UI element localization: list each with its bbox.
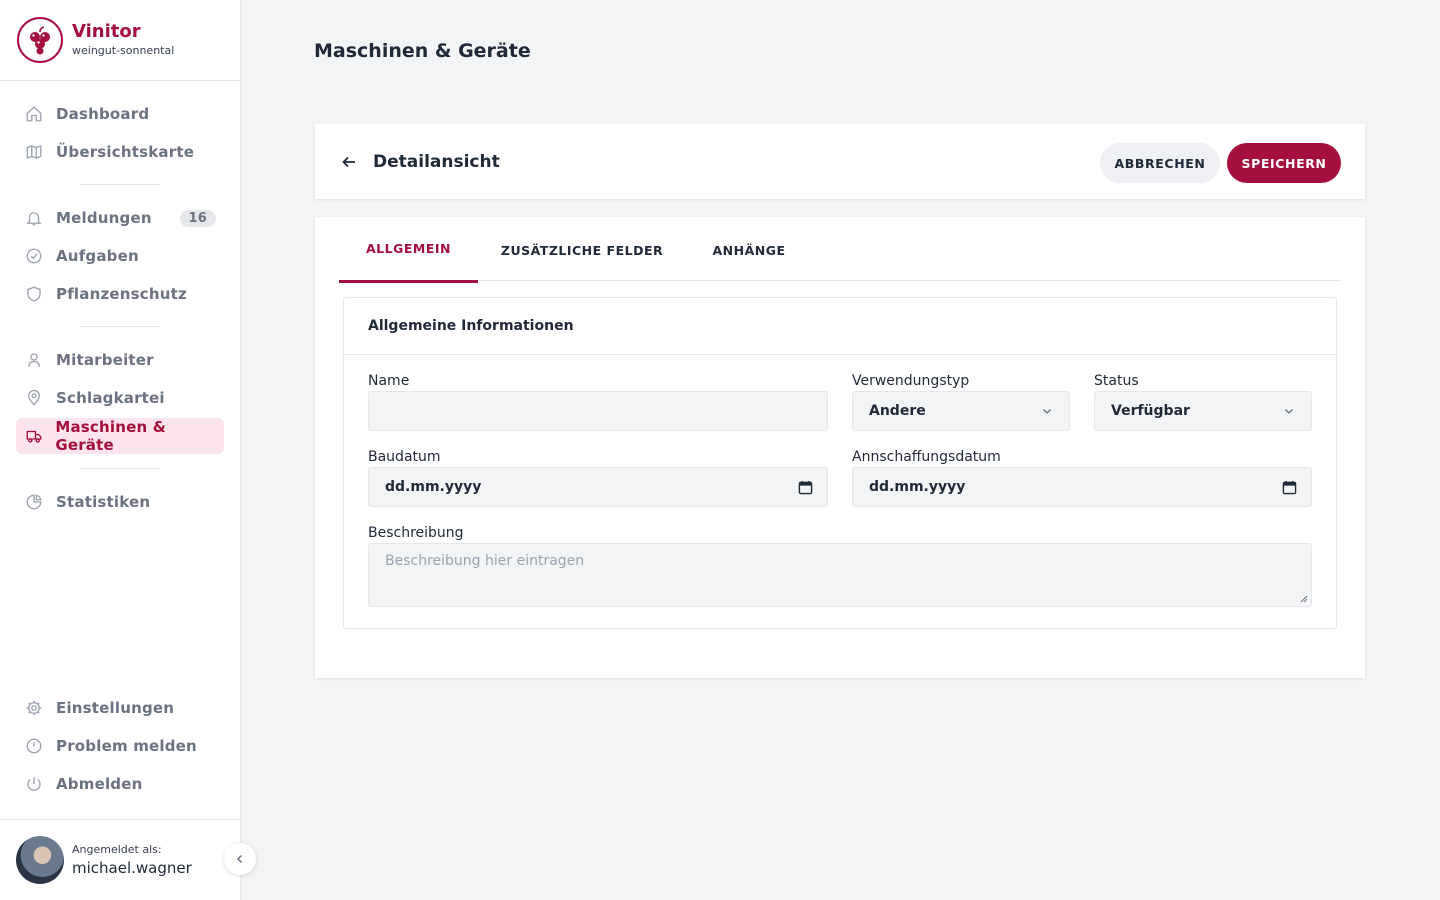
sidebar-item-label: Maschinen & Geräte [55,418,167,454]
resize-handle-icon[interactable] [1300,595,1308,603]
sidebar-item-label: Mitarbeiter [56,351,154,369]
annschaffungsdatum-date-input[interactable]: dd.mm.yyyy [852,467,1312,507]
beschreibung-placeholder: Beschreibung hier eintragen [385,553,585,569]
sidebar-item-schlagkartei[interactable]: Schlagkartei [16,380,224,416]
user-info: Angemeldet als: michael.wagner [0,819,240,900]
verwendungstyp-value: Andere [869,403,926,419]
shield-icon [24,284,44,304]
avatar [16,836,64,884]
brand-name: Vinitor [72,21,141,42]
sidebar-item-einstellungen[interactable]: Einstellungen [16,690,224,726]
brand-subtitle: weingut-sonnental [72,44,175,57]
collapse-sidebar-button[interactable] [224,843,256,875]
section-title: Allgemeine Informationen [344,298,1336,355]
brand: Vinitor weingut-sonnental [0,0,240,81]
bottom-nav: Einstellungen Problem melden Abmelden [16,690,224,804]
sidebar-item-aufgaben[interactable]: Aufgaben [16,238,224,274]
tab-bar: ALLGEMEIN ZUSÄTZLICHE FELDER ANHÄNGE [339,217,1341,283]
baudatum-date-input[interactable]: dd.mm.yyyy [368,467,828,507]
name-label: Name [368,373,410,389]
annschaffungsdatum-label: Annschaffungsdatum [852,449,1001,465]
chevron-left-icon [236,854,243,864]
sidebar-item-label: Dashboard [56,105,150,123]
sidebar-item-label: Aufgaben [56,247,139,265]
alert-circle-icon [24,736,44,756]
sidebar-item-dashboard[interactable]: Dashboard [16,96,224,132]
detail-header: Detailansicht ABBRECHEN SPEICHERN [315,124,1365,199]
sidebar-item-problem-melden[interactable]: Problem melden [16,728,224,764]
sidebar-item-uebersichtskarte[interactable]: Übersichtskarte [16,134,224,170]
sidebar-item-label: Pflanzenschutz [56,285,187,303]
sidebar-item-label: Statistiken [56,493,151,511]
user-label: Angemeldet als: [72,843,162,856]
gear-icon [24,698,44,718]
power-icon [24,774,44,794]
beschreibung-label: Beschreibung [368,525,464,541]
beschreibung-textarea[interactable]: Beschreibung hier eintragen [368,543,1312,607]
baudatum-value: dd.mm.yyyy [385,479,482,495]
nav-divider [80,326,160,327]
name-input[interactable] [368,391,828,431]
sidebar-item-label: Problem melden [56,737,197,755]
annschaffungsdatum-value: dd.mm.yyyy [869,479,966,495]
truck-icon [24,426,43,446]
main-nav: Dashboard Übersichtskarte Meldungen 16 A… [16,96,224,522]
sidebar-item-maschinen-geraete[interactable]: Maschinen & Geräte [16,418,224,454]
calendar-icon[interactable] [1281,479,1297,495]
tab-zusaetzliche-felder[interactable]: ZUSÄTZLICHE FELDER [492,217,672,283]
check-circle-icon [24,246,44,266]
sidebar-item-label: Übersichtskarte [56,143,195,161]
notification-count-badge: 16 [179,209,216,227]
detail-title: Detailansicht [373,151,500,172]
pie-chart-icon [24,492,44,512]
sidebar-item-statistiken[interactable]: Statistiken [16,484,224,520]
tab-allgemein[interactable]: ALLGEMEIN [339,217,478,283]
page-title: Maschinen & Geräte [314,40,531,62]
sidebar-item-pflanzenschutz[interactable]: Pflanzenschutz [16,276,224,312]
sidebar-item-mitarbeiter[interactable]: Mitarbeiter [16,342,224,378]
general-info-panel: Allgemeine Informationen Name Verwendung… [343,297,1337,629]
tab-anhaenge[interactable]: ANHÄNGE [699,217,799,283]
map-pin-icon [24,388,44,408]
bell-icon [24,208,44,228]
baudatum-label: Baudatum [368,449,441,465]
sidebar-item-label: Einstellungen [56,699,175,717]
sidebar: Vinitor weingut-sonnental Dashboard Über… [0,0,241,900]
nav-divider [80,184,160,185]
save-button[interactable]: SPEICHERN [1227,143,1341,183]
back-arrow-icon[interactable] [339,152,359,172]
cancel-button[interactable]: ABBRECHEN [1100,143,1220,183]
chevron-down-icon [1281,403,1297,419]
map-icon [24,142,44,162]
calendar-icon[interactable] [797,479,813,495]
status-value: Verfügbar [1111,403,1190,419]
status-select[interactable]: Verfügbar [1094,391,1312,431]
sidebar-item-label: Abmelden [56,775,143,793]
user-icon [24,350,44,370]
nav-divider [80,468,160,469]
sidebar-item-abmelden[interactable]: Abmelden [16,766,224,802]
home-icon [24,104,44,124]
status-label: Status [1094,373,1139,389]
chevron-down-icon [1039,403,1055,419]
verwendungstyp-select[interactable]: Andere [852,391,1070,431]
sidebar-item-label: Meldungen [56,209,152,227]
verwendungstyp-label: Verwendungstyp [852,373,970,389]
grape-logo-icon [17,17,63,63]
sidebar-item-label: Schlagkartei [56,389,165,407]
detail-content: ALLGEMEIN ZUSÄTZLICHE FELDER ANHÄNGE All… [315,217,1365,678]
user-name: michael.wagner [72,859,192,877]
sidebar-item-meldungen[interactable]: Meldungen 16 [16,200,224,236]
